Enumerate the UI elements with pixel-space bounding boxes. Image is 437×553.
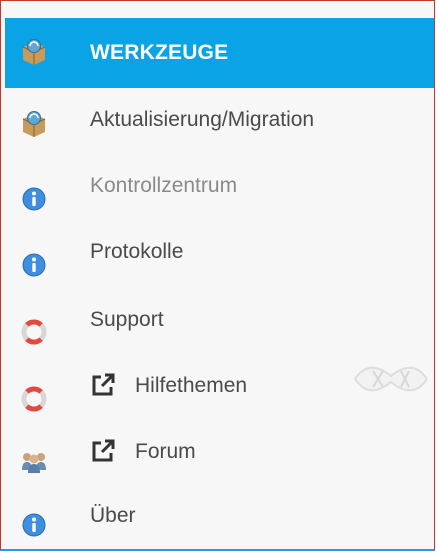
package-icon <box>21 38 47 66</box>
menu-item-control-center[interactable]: Kontrollzentrum <box>5 154 434 220</box>
menu-header[interactable]: WERKZEUGE <box>5 18 434 88</box>
menu-item-label: Forum <box>135 440 196 463</box>
menu-title: WERKZEUGE <box>90 41 229 64</box>
menu-item-label: Hilfethemen <box>135 374 248 397</box>
external-link-icon <box>90 372 116 398</box>
package-icon <box>21 110 47 137</box>
users-icon <box>21 448 47 474</box>
menu-item-update-migration[interactable]: Aktualisierung/Migration <box>5 88 434 154</box>
external-link-icon <box>90 438 116 464</box>
menu-item-label: Über <box>90 504 136 527</box>
menu-item-forum[interactable]: Forum <box>5 418 434 484</box>
menu-item-label: Support <box>90 308 164 331</box>
info-icon <box>21 186 47 212</box>
menu-item-label: Aktualisierung/Migration <box>90 108 315 131</box>
lifebuoy-icon <box>21 386 47 412</box>
menu-item-label: Protokolle <box>90 240 184 263</box>
lifebuoy-icon <box>21 319 47 345</box>
menu-item-label: Kontrollzentrum <box>90 174 238 197</box>
watermark-logo-icon <box>351 356 431 402</box>
info-icon <box>21 252 47 278</box>
menu-item-support[interactable]: Support <box>5 286 434 352</box>
tools-menu-panel: WERKZEUGE Aktualisierung/Migration Kontr… <box>0 0 435 551</box>
info-icon <box>21 512 47 538</box>
menu-item-about[interactable]: Über <box>5 484 434 549</box>
menu-item-logs[interactable]: Protokolle <box>5 220 434 286</box>
